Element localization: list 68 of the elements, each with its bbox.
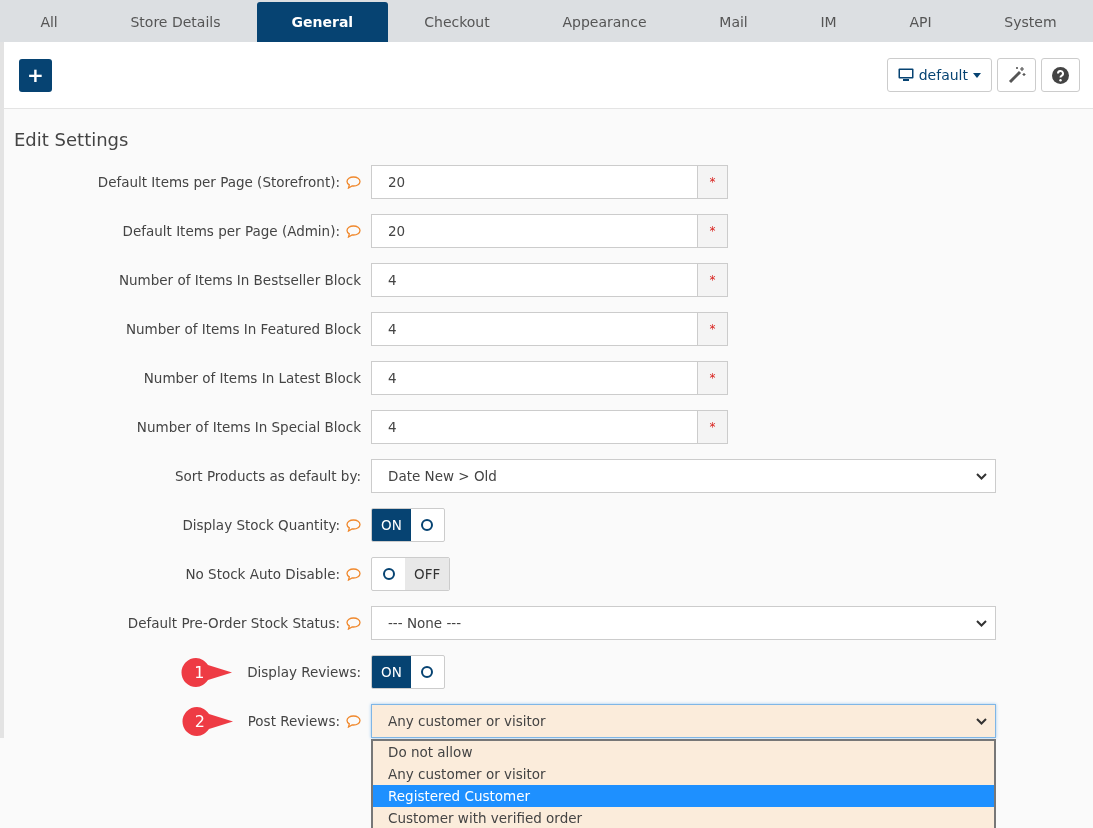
section-heading: Edit Settings: [14, 129, 130, 152]
tab[interactable]: IM: [784, 2, 874, 42]
required-mark: *: [697, 410, 728, 444]
comment-icon[interactable]: [346, 567, 361, 581]
dropdown-option[interactable]: Customer with verified order: [373, 807, 994, 828]
comment-icon[interactable]: [346, 616, 361, 630]
circle-icon: [382, 568, 395, 580]
input-field[interactable]: 4: [371, 263, 697, 297]
comment-icon[interactable]: [346, 518, 361, 532]
input-field[interactable]: 20: [371, 214, 697, 248]
toggle-switch[interactable]: OFF: [371, 557, 451, 591]
tab[interactable]: Mail: [682, 2, 785, 42]
help-icon: [1052, 66, 1069, 84]
circle-icon: [421, 666, 434, 678]
setting-label: Number of Items In Latest Block: [143, 370, 361, 386]
setting-label: No Stock Auto Disable:: [185, 566, 340, 582]
comment-icon[interactable]: [346, 224, 361, 238]
setting-label: Post Reviews:: [247, 713, 340, 729]
tab[interactable]: General: [256, 2, 388, 42]
setting-label: Sort Products as default by:: [174, 468, 361, 484]
circle-icon: [421, 519, 434, 531]
setting-label: Display Stock Quantity:: [182, 517, 340, 533]
input-field[interactable]: 4: [371, 410, 697, 444]
toggle-state: OFF: [405, 558, 450, 590]
required-mark: *: [697, 165, 728, 199]
input-field[interactable]: 20: [371, 165, 697, 199]
add-button[interactable]: +: [19, 58, 52, 92]
chevron-down-icon: [976, 472, 987, 480]
required-mark: *: [697, 361, 728, 395]
step-marker: 2: [181, 705, 234, 737]
help-button[interactable]: [1041, 58, 1080, 92]
required-mark: *: [697, 312, 728, 346]
toggle-switch[interactable]: ON: [371, 508, 445, 542]
required-mark: *: [697, 214, 728, 248]
required-mark: *: [697, 263, 728, 297]
setting-label: Number of Items In Bestseller Block: [118, 272, 361, 288]
template-button[interactable]: default: [886, 58, 992, 92]
chevron-down-icon: [976, 619, 987, 627]
setting-label: Default Items per Page (Admin):: [122, 223, 340, 239]
setting-label: Display Reviews:: [247, 664, 361, 680]
comment-icon[interactable]: [346, 714, 361, 728]
setting-label: Default Pre-Order Stock Status:: [127, 615, 340, 631]
tab[interactable]: Store Details: [94, 2, 257, 42]
magic-wand-icon: [1007, 66, 1026, 84]
wand-button[interactable]: [997, 58, 1036, 92]
tab[interactable]: Appearance: [526, 2, 683, 42]
select-field[interactable]: --- None ---: [371, 606, 996, 640]
dropdown-option[interactable]: Any customer or visitor: [373, 763, 994, 785]
tab[interactable]: Checkout: [387, 2, 527, 42]
comment-icon[interactable]: [346, 175, 361, 189]
select-field[interactable]: Date New > Old: [371, 459, 996, 493]
tab[interactable]: System: [968, 2, 1093, 42]
select-field[interactable]: Any customer or visitor: [371, 704, 996, 738]
dropdown-option[interactable]: Do not allow: [373, 741, 994, 763]
input-field[interactable]: 4: [371, 361, 697, 395]
caret-icon: [973, 72, 981, 78]
setting-label: Number of Items In Special Block: [136, 419, 361, 435]
tab[interactable]: API: [873, 2, 968, 42]
setting-label: Number of Items In Featured Block: [125, 321, 361, 337]
toggle-switch[interactable]: ON: [371, 655, 445, 689]
tab[interactable]: All: [4, 2, 95, 42]
toggle-state: ON: [372, 656, 411, 688]
setting-label: Default Items per Page (Storefront):: [97, 174, 340, 190]
chevron-down-icon: [976, 717, 987, 725]
toggle-state: ON: [372, 509, 411, 541]
monitor-icon: [897, 68, 914, 82]
step-marker: 1: [181, 656, 234, 688]
input-field[interactable]: 4: [371, 312, 697, 346]
